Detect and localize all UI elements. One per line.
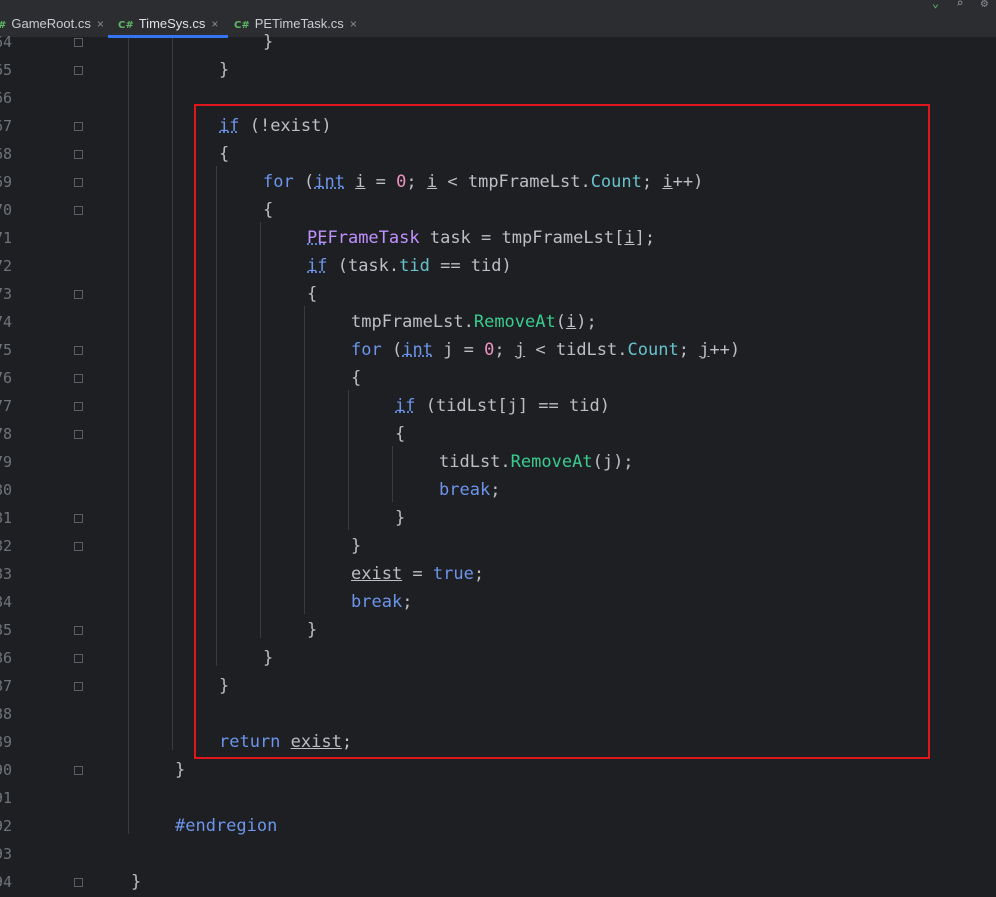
code-line: } xyxy=(131,872,142,892)
tab-label: TimeSys.cs xyxy=(138,16,206,31)
gear-icon[interactable]: ⚙ xyxy=(981,0,988,10)
code-line: #endregion xyxy=(175,816,278,836)
code-line: } xyxy=(263,32,274,52)
tab-timesys[interactable]: C# TimeSys.cs × xyxy=(108,10,229,38)
search-icon[interactable]: ⌕ xyxy=(956,0,963,10)
tab-petimetask[interactable]: C# PETimeTask.cs × xyxy=(234,10,357,38)
annotation-highlight-box xyxy=(194,104,930,759)
close-icon[interactable]: × xyxy=(211,17,218,31)
editor-tab-bar: #GameRoot.cs× C#TimeSys.cs× C#PETimeTask… xyxy=(0,0,996,38)
close-icon[interactable]: × xyxy=(97,17,104,31)
code-line: } xyxy=(219,60,230,80)
toolbar-icons: ⌄ ⌕ ⚙ xyxy=(922,0,988,10)
tab-gameroot[interactable]: #GameRoot.cs× xyxy=(0,10,104,38)
close-icon[interactable]: × xyxy=(350,17,357,31)
tab-label: GameRoot.cs xyxy=(11,16,91,31)
chevron-down-icon[interactable]: ⌄ xyxy=(932,0,939,10)
csharp-file-icon: C# xyxy=(118,20,134,31)
csharp-file-icon: C# xyxy=(234,20,250,31)
code-line: } xyxy=(175,760,186,780)
code-editor[interactable]: 64 65 66 67 68 69 70 71 72 73 74 75 76 7… xyxy=(0,32,996,897)
